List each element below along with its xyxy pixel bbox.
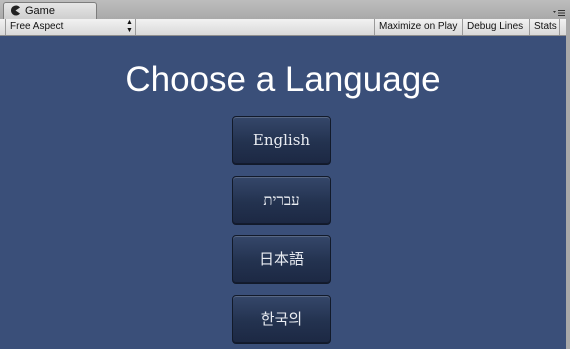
language-button-english[interactable]: English bbox=[232, 116, 331, 165]
panel-menu-icon[interactable] bbox=[552, 5, 566, 16]
language-button-label: 한국의 bbox=[260, 310, 303, 328]
page-title: Choose a Language bbox=[125, 60, 441, 99]
tab-game[interactable]: Game bbox=[3, 2, 97, 19]
pacman-game-icon bbox=[10, 5, 21, 16]
language-button-korean[interactable]: 한국의 bbox=[232, 295, 331, 344]
tab-game-label: Game bbox=[25, 5, 55, 17]
debug-lines-toggle[interactable]: Debug Lines bbox=[463, 19, 530, 35]
game-viewport: Choose a Language English עברית 日本語 한국의 bbox=[0, 36, 566, 349]
game-toolbar: Free Aspect ▲ ▼ Maximize on Play Debug Li… bbox=[0, 19, 566, 36]
maximize-on-play-label: Maximize on Play bbox=[379, 21, 458, 32]
aspect-dropdown-label: Free Aspect bbox=[10, 21, 64, 32]
stats-label: Stats bbox=[534, 21, 557, 32]
toolbar-spacer bbox=[136, 19, 375, 35]
language-button-hebrew[interactable]: עברית bbox=[232, 176, 331, 225]
game-window: Game Free Aspect ▲ ▼ Maximize on Play Deb… bbox=[0, 0, 570, 349]
stats-toggle[interactable]: Stats bbox=[530, 19, 560, 35]
language-button-label: 日本語 bbox=[258, 250, 304, 268]
maximize-on-play-toggle[interactable]: Maximize on Play bbox=[375, 19, 463, 35]
language-button-label: עברית bbox=[263, 191, 300, 209]
tab-strip: Game bbox=[0, 0, 570, 20]
language-button-japanese[interactable]: 日本語 bbox=[232, 235, 331, 284]
debug-lines-label: Debug Lines bbox=[467, 21, 524, 32]
up-down-arrows-icon: ▲ ▼ bbox=[126, 19, 133, 34]
aspect-dropdown[interactable]: Free Aspect ▲ ▼ bbox=[5, 19, 136, 35]
language-button-label: English bbox=[252, 131, 311, 149]
window-edge bbox=[566, 19, 570, 349]
